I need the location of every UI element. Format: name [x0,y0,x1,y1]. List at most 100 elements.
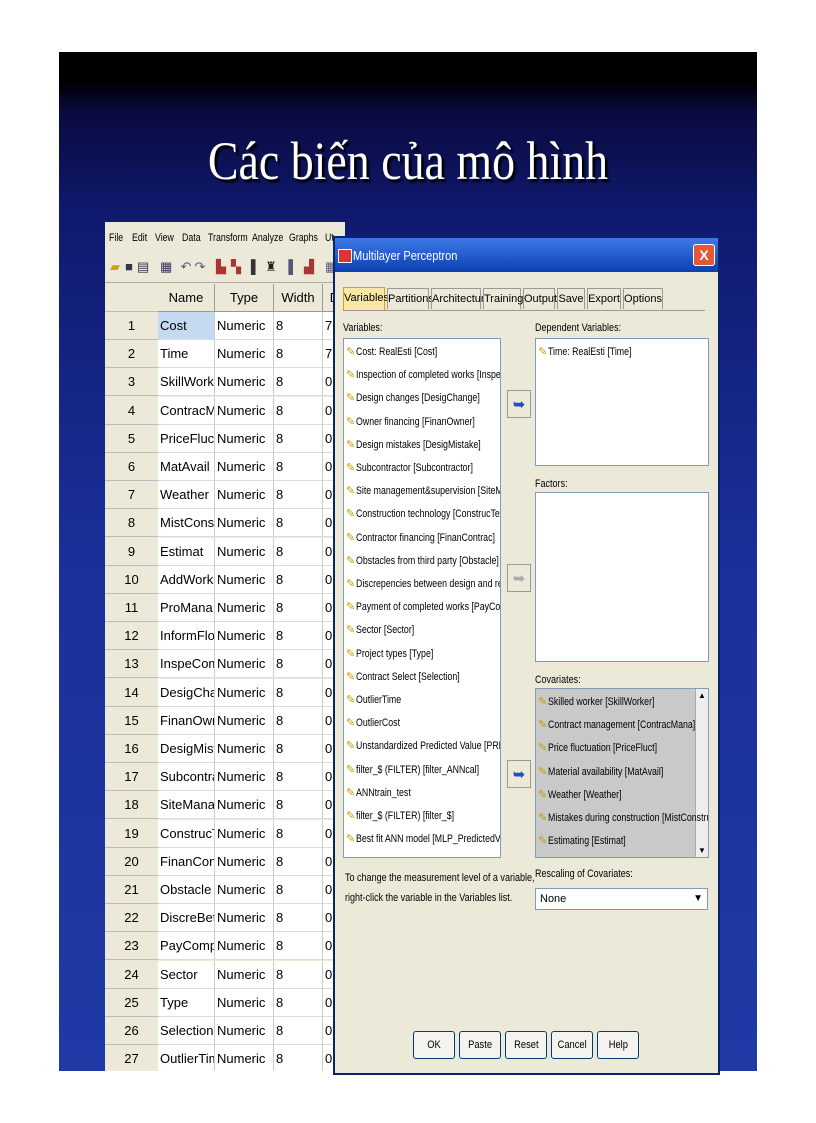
list-item[interactable]: ✎Weather [Weather] [538,784,640,806]
cell-type[interactable]: Numeric [215,1017,274,1045]
menu-graphs[interactable]: Graphs [289,232,318,244]
table-row[interactable]: 21 Obstacle Numeric 8 0 [105,876,345,904]
cell-width[interactable]: 8 [274,622,323,651]
cell-type[interactable]: Numeric [215,706,274,735]
row-number[interactable]: 15 [105,706,159,735]
list-item[interactable]: ✎filter_$ (FILTER) [filter_$] [346,805,479,827]
cell-name[interactable]: InspeCompl... [158,650,215,679]
cell-type[interactable]: Numeric [215,481,274,510]
cell-width[interactable]: 8 [274,678,323,707]
goto-variable-icon[interactable]: ▚ [230,260,242,274]
row-number[interactable]: 6 [105,453,159,481]
cell-name[interactable]: Cost [158,312,215,340]
dialog-recall-icon[interactable]: ▦ [160,260,172,274]
table-row[interactable]: 13InspeCompl...Numeric80 [105,650,345,679]
list-item[interactable]: ✎Material availability [MatAvail] [538,761,692,783]
close-button[interactable]: X [693,244,715,266]
cell-width[interactable]: 8 [274,847,323,876]
list-item[interactable]: ✎Discrepencies between design and realit… [346,573,500,595]
cell-name[interactable]: Selection [158,1017,215,1045]
cell-width[interactable]: 8 [274,509,323,538]
menu-edit[interactable]: Edit [132,232,147,244]
cell-width[interactable]: 8 [274,565,323,594]
column-header[interactable]: Name [158,284,215,312]
cell-width[interactable]: 8 [274,1017,323,1045]
list-item[interactable]: ✎OutlierTime [346,689,412,711]
tab-partitions[interactable]: Partitions [387,288,434,309]
list-item[interactable]: ✎Obstacles from third party [Obstacle] [346,550,500,572]
list-item[interactable]: ✎Contract Select [Selection] [346,666,486,688]
cell-name[interactable]: FinanOwner [158,706,215,735]
menu-file[interactable]: File [109,232,123,244]
table-row[interactable]: 19ConstrucTe...Numeric80 [105,819,345,848]
list-item[interactable]: ✎ANNtrain_test [346,782,424,804]
row-number[interactable]: 22 [105,904,159,933]
cell-type[interactable]: Numeric [215,960,274,989]
cell-width[interactable]: 8 [274,904,323,933]
table-row[interactable]: 20FinanContracNumeric80 [105,847,345,876]
list-item[interactable]: ✎Subcontractor [Subcontractor] [346,457,500,479]
row-number[interactable]: 17 [105,763,159,792]
ok-button[interactable]: OK [413,1031,455,1059]
row-number[interactable]: 3 [105,368,159,397]
row-number[interactable]: 5 [105,424,159,453]
cell-width[interactable]: 8 [274,1045,323,1071]
cell-name[interactable]: SiteManaSu... [158,791,215,820]
list-item[interactable]: ✎Project types [Type] [346,643,453,665]
cell-type[interactable]: Numeric [215,368,274,397]
table-row[interactable]: 10 AddWork Numeric 8 0 [105,565,345,594]
insert-variable-icon[interactable]: ▟ [303,260,315,274]
cell-width[interactable]: 8 [274,735,323,763]
cell-width[interactable]: 8 [274,368,323,397]
table-row[interactable]: 16DesigMistakeNumeric80 [105,735,345,763]
table-row[interactable]: 12InformFlowNumeric80 [105,622,345,651]
paste-button[interactable]: Paste [459,1031,501,1059]
insert-cases-icon[interactable]: ▌ [287,260,299,274]
print-icon[interactable]: ▤ [137,260,149,274]
list-item[interactable]: ✎Contractor financing [FinanContrac] [346,527,500,549]
list-item[interactable]: ✎Estimating [Estimat] [538,830,645,852]
cell-type[interactable]: Numeric [215,735,274,763]
list-item[interactable]: ✎Time: RealEsti [Time] [538,341,652,363]
cell-width[interactable]: 8 [274,650,323,679]
list-item[interactable]: ✎Cost: RealEsti [Cost] [346,341,457,363]
variables-list[interactable]: ✎Cost: RealEsti [Cost] ✎Inspection of com… [343,338,501,858]
list-item[interactable]: ✎Unstandardized Predicted Value [PREDICT… [346,735,500,757]
cell-name[interactable]: Sector [158,960,215,989]
cell-width[interactable]: 8 [274,481,323,510]
row-number[interactable]: 4 [105,396,159,425]
list-item[interactable]: ✎Owner financing [FinanOwner] [346,411,500,433]
table-row[interactable]: 22DiscreBetD...Numeric80 [105,904,345,933]
cell-type[interactable]: Numeric [215,312,274,340]
row-number[interactable]: 10 [105,565,159,594]
table-row[interactable]: 5 PriceFluct Numeric 8 0 [105,424,345,453]
menu-view[interactable]: View [155,232,174,244]
scroll-up-icon[interactable]: ▲ [698,691,706,700]
move-to-covariates-button[interactable]: ➥ [507,760,531,788]
cell-name[interactable]: DesigChange [158,678,215,707]
help-button[interactable]: Help [597,1031,639,1059]
cell-type[interactable]: Numeric [215,453,274,481]
cell-width[interactable]: 8 [274,396,323,425]
cell-width[interactable]: 8 [274,706,323,735]
move-to-factors-button[interactable]: ➥ [507,564,531,592]
cell-width[interactable]: 8 [274,312,323,340]
cell-type[interactable]: Numeric [215,594,274,622]
list-item[interactable]: ✎Payment of completed works [PayComplet.… [346,596,500,618]
cell-width[interactable]: 8 [274,763,323,792]
tab-variables[interactable]: Variables [343,287,389,311]
column-header[interactable]: Width [274,284,323,312]
cell-type[interactable]: Numeric [215,1045,274,1071]
table-row[interactable]: 3SkillWorkerNumeric80 [105,368,345,397]
cell-type[interactable]: Numeric [215,678,274,707]
row-number[interactable]: 27 [105,1045,159,1071]
cell-name[interactable]: OutlierTime [158,1045,215,1071]
table-row[interactable]: 6 MatAvail Numeric 8 0 [105,453,345,481]
redo-icon[interactable]: ↷ [194,260,206,274]
open-icon[interactable]: ▰ [109,260,121,274]
row-number[interactable]: 2 [105,340,159,369]
cell-name[interactable]: ConstrucTe... [158,819,215,848]
cell-name[interactable]: ContracMana [158,396,215,425]
table-row[interactable]: 23PayComplet...Numeric80 [105,932,345,961]
cell-width[interactable]: 8 [274,791,323,820]
